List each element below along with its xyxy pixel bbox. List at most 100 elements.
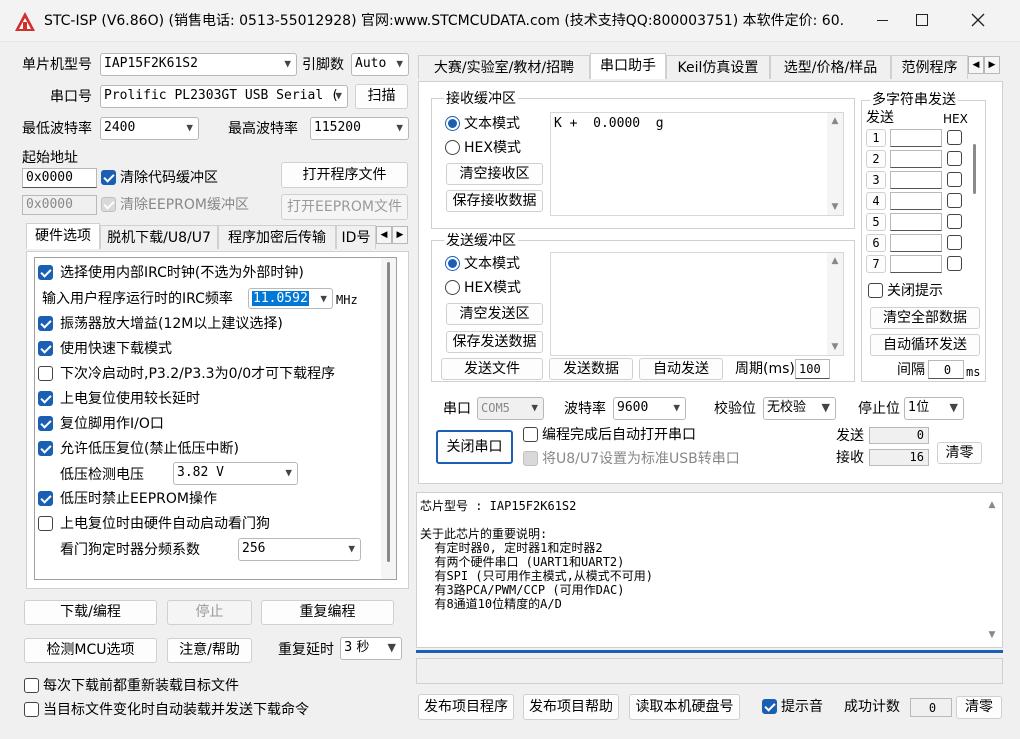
save-send-button[interactable]: 保存发送数据: [446, 331, 543, 353]
min-baud-select[interactable]: 2400 ▼: [100, 117, 199, 140]
auto-loop-send-button[interactable]: 自动循环发送: [870, 334, 980, 356]
low-voltage-reset-checkbox[interactable]: [38, 441, 53, 456]
code-address-input[interactable]: 0x0000: [22, 168, 97, 188]
fast-download-checkbox[interactable]: [38, 341, 53, 356]
tab-id-number[interactable]: ID号: [336, 225, 376, 249]
beep-checkbox[interactable]: [762, 699, 777, 714]
multi-send-row-hex-checkbox[interactable]: [947, 172, 962, 187]
multi-send-row-button[interactable]: 1: [866, 129, 886, 147]
publish-program-button[interactable]: 发布项目程序: [418, 694, 514, 720]
low-voltage-select[interactable]: 3.82 V ▼: [173, 462, 298, 485]
send-hex-mode-radio[interactable]: [445, 280, 460, 295]
publish-help-button[interactable]: 发布项目帮助: [523, 694, 619, 720]
tab-scroll-left-icon[interactable]: ◀: [376, 226, 392, 244]
oscillator-gain-checkbox[interactable]: [38, 316, 53, 331]
multi-send-row-button[interactable]: 5: [866, 213, 886, 231]
recv-hex-mode-radio[interactable]: [445, 140, 460, 155]
multi-send-row-button[interactable]: 2: [866, 150, 886, 168]
reload-before-download-checkbox[interactable]: [24, 678, 39, 693]
clear-eeprom-checkbox[interactable]: [101, 197, 116, 212]
send-text-mode-radio[interactable]: [445, 256, 460, 271]
multi-send-row-input[interactable]: [890, 234, 942, 252]
maximize-icon[interactable]: [916, 14, 928, 26]
multi-send-row-input[interactable]: [890, 192, 942, 210]
scan-button[interactable]: 扫描: [355, 84, 408, 109]
auto-send-button[interactable]: 自动发送: [639, 358, 723, 380]
multi-send-row-hex-checkbox[interactable]: [947, 151, 962, 166]
check-mcu-button[interactable]: 检测MCU选项: [24, 638, 157, 663]
scrollbar-thumb[interactable]: [973, 144, 976, 194]
tab-examples[interactable]: 范例程序: [891, 55, 968, 79]
watchdog-divider-select[interactable]: 256 ▼: [238, 538, 361, 561]
irc-frequency-select[interactable]: 11.0592 ▼: [248, 288, 333, 309]
period-input[interactable]: 100: [795, 359, 830, 379]
tab-offline-download[interactable]: 脱机下载/U8/U7: [100, 225, 218, 249]
repeat-delay-select[interactable]: 3 秒 ▼: [340, 637, 402, 660]
scroll-down-icon[interactable]: ▼: [827, 339, 843, 355]
auto-load-send-checkbox[interactable]: [24, 702, 39, 717]
multi-send-row-hex-checkbox[interactable]: [947, 193, 962, 208]
tab-selection-price[interactable]: 选型/价格/样品: [770, 55, 891, 79]
clear-receive-button[interactable]: 清空接收区: [446, 163, 543, 185]
multi-send-row-input[interactable]: [890, 255, 942, 273]
tab-hardware-options[interactable]: 硬件选项: [26, 223, 100, 249]
multi-send-row-input[interactable]: [890, 171, 942, 189]
multi-send-row-button[interactable]: 4: [866, 192, 886, 210]
baud-select[interactable]: 9600 ▼: [613, 397, 686, 420]
read-disk-id-button[interactable]: 读取本机硬盘号: [629, 694, 740, 720]
chip-model-select[interactable]: IAP15F2K61S2 ▼: [100, 53, 297, 76]
clear-send-button[interactable]: 清空发送区: [446, 303, 543, 325]
save-receive-button[interactable]: 保存接收数据: [446, 190, 543, 212]
eeprom-address-input[interactable]: 0x0000: [22, 195, 97, 215]
reprogram-button[interactable]: 重复编程: [261, 600, 394, 625]
long-reset-delay-checkbox[interactable]: [38, 391, 53, 406]
multi-send-row-input[interactable]: [890, 150, 942, 168]
tab-scroll-right-icon[interactable]: ▶: [984, 56, 1000, 74]
usb-serial-checkbox[interactable]: [523, 451, 538, 466]
send-scrollbar[interactable]: ▲ ▼: [827, 253, 843, 355]
multi-send-row-hex-checkbox[interactable]: [947, 235, 962, 250]
info-scrollbar[interactable]: ▲ ▼: [984, 493, 1000, 647]
tab-contest-lab[interactable]: 大赛/实验室/教材/招聘: [418, 55, 590, 79]
stopbits-select[interactable]: 1位 ▼: [904, 397, 964, 420]
port-select[interactable]: COM5 ▼: [477, 397, 544, 420]
clear-success-button[interactable]: 清零: [956, 696, 1002, 719]
scroll-down-icon[interactable]: ▼: [984, 627, 1000, 643]
tab-encrypted-transfer[interactable]: 程序加密后传输: [218, 225, 336, 249]
multi-send-row-hex-checkbox[interactable]: [947, 130, 962, 145]
parity-select[interactable]: 无校验 ▼: [763, 397, 836, 420]
receive-textarea[interactable]: K + 0.0000 g ▲ ▼: [550, 112, 844, 216]
multi-send-row-button[interactable]: 3: [866, 171, 886, 189]
download-program-button[interactable]: 下载/编程: [24, 600, 157, 625]
reset-pin-io-checkbox[interactable]: [38, 416, 53, 431]
multi-send-row-hex-checkbox[interactable]: [947, 214, 962, 229]
send-data-button[interactable]: 发送数据: [549, 358, 633, 380]
scroll-up-icon[interactable]: ▲: [984, 497, 1000, 513]
lowvolt-eeprom-checkbox[interactable]: [38, 491, 53, 506]
scrollbar-thumb[interactable]: [387, 262, 390, 562]
multi-string-scrollbar[interactable]: [967, 124, 983, 274]
open-program-button[interactable]: 打开程序文件: [281, 162, 408, 188]
help-button[interactable]: 注意/帮助: [167, 638, 252, 663]
receive-scrollbar[interactable]: ▲ ▼: [827, 113, 843, 215]
multi-send-row-button[interactable]: 6: [866, 234, 886, 252]
stop-button[interactable]: 停止: [167, 600, 252, 625]
max-baud-select[interactable]: 115200 ▼: [310, 117, 409, 140]
scroll-up-icon[interactable]: ▲: [827, 113, 843, 129]
minimize-icon[interactable]: [877, 20, 888, 21]
send-textarea[interactable]: ▲ ▼: [550, 252, 844, 356]
recv-text-mode-radio[interactable]: [445, 116, 460, 131]
close-port-button[interactable]: 关闭串口: [436, 430, 513, 464]
scroll-up-icon[interactable]: ▲: [827, 253, 843, 269]
multi-send-row-hex-checkbox[interactable]: [947, 256, 962, 271]
clear-counts-button[interactable]: 清零: [937, 442, 982, 464]
multi-send-row-input[interactable]: [890, 213, 942, 231]
tab-scroll-left-icon[interactable]: ◀: [968, 56, 984, 74]
pin-count-select[interactable]: Auto ▼: [351, 53, 409, 76]
auto-watchdog-checkbox[interactable]: [38, 516, 53, 531]
multi-send-row-button[interactable]: 7: [866, 255, 886, 273]
clear-code-checkbox[interactable]: [101, 170, 116, 185]
clear-all-button[interactable]: 清空全部数据: [870, 307, 980, 329]
send-file-button[interactable]: 发送文件: [441, 358, 543, 380]
serial-port-select[interactable]: Prolific PL2303GT USB Serial (▼: [100, 85, 348, 108]
